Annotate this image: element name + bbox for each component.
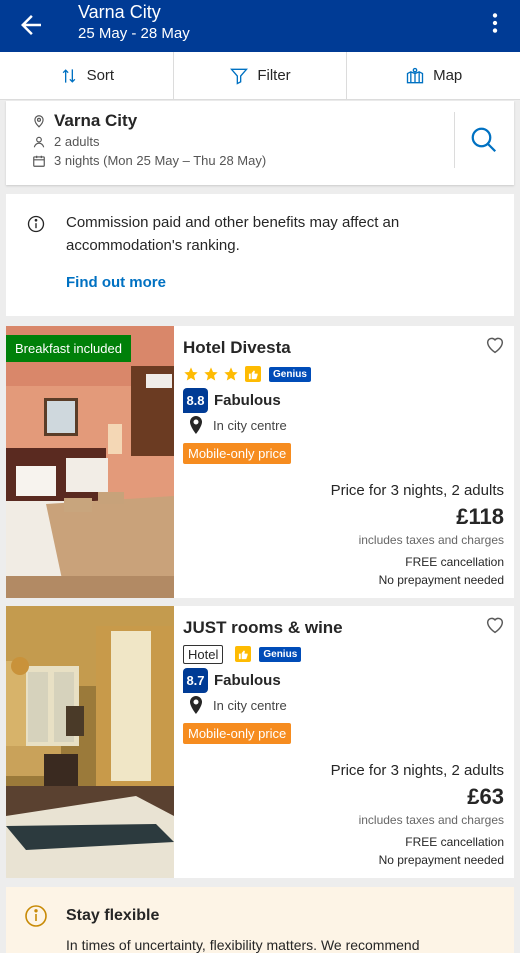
score-badge: 8.7 bbox=[183, 668, 208, 693]
no-prepayment: No prepayment needed bbox=[378, 573, 504, 587]
page-title: Varna City bbox=[78, 2, 161, 22]
property-type-badge: Hotel bbox=[183, 644, 224, 664]
guests-row: 2 adults bbox=[32, 134, 100, 149]
ranking-notice: Commission paid and other benefits may a… bbox=[6, 194, 514, 316]
divider bbox=[454, 112, 455, 168]
free-cancellation: FREE cancellation bbox=[405, 835, 504, 849]
destination-row: Varna City bbox=[32, 111, 137, 131]
location-text: In city centre bbox=[213, 697, 287, 713]
map-icon bbox=[406, 67, 424, 83]
sort-filter-map-bar: Sort Filter Map bbox=[0, 52, 520, 100]
property-card[interactable]: JUST rooms & wine Hotel Genius 8.7 Fabul… bbox=[6, 606, 514, 878]
app-bar: Varna City 25 May - 28 May bbox=[0, 0, 520, 52]
map-label: Map bbox=[433, 67, 463, 84]
mobile-only-price-badge: Mobile-only price bbox=[183, 723, 292, 744]
location-text: In city centre bbox=[213, 417, 287, 433]
search-icon[interactable] bbox=[469, 125, 499, 155]
price-for-label: Price for 3 nights, 2 adults bbox=[330, 482, 504, 499]
back-arrow-icon[interactable] bbox=[16, 10, 46, 40]
price: £118 bbox=[456, 504, 504, 529]
guests: 2 adults bbox=[54, 134, 100, 149]
thumbs-up-icon bbox=[235, 646, 252, 662]
taxes-note: includes taxes and charges bbox=[358, 533, 504, 547]
price-for-label: Price for 3 nights, 2 adults bbox=[330, 762, 504, 779]
property-name[interactable]: JUST rooms & wine bbox=[183, 618, 343, 638]
property-photo[interactable] bbox=[6, 326, 174, 598]
filter-button[interactable]: Filter bbox=[174, 52, 348, 99]
score-label: Fabulous bbox=[214, 392, 281, 409]
sort-icon bbox=[62, 68, 75, 83]
sort-button[interactable]: Sort bbox=[0, 52, 174, 99]
location-pin-icon bbox=[34, 115, 44, 128]
filter-label: Filter bbox=[257, 67, 291, 84]
more-options-icon[interactable] bbox=[482, 10, 508, 36]
free-cancellation: FREE cancellation bbox=[405, 555, 504, 569]
location-row: In city centre bbox=[189, 416, 287, 434]
sort-label: Sort bbox=[86, 67, 115, 84]
map-pin-icon bbox=[190, 696, 202, 714]
genius-badge: Genius bbox=[259, 646, 302, 662]
person-icon bbox=[33, 136, 45, 147]
heart-icon[interactable] bbox=[484, 334, 506, 356]
find-out-more-link[interactable]: Find out more bbox=[66, 274, 166, 291]
search-summary[interactable]: Varna City 2 adults 3 nights (Mon 25 May… bbox=[6, 101, 514, 185]
mobile-only-price-badge: Mobile-only price bbox=[183, 443, 292, 464]
info-icon bbox=[27, 215, 45, 233]
taxes-note: includes taxes and charges bbox=[358, 813, 504, 827]
breakfast-included-badge: Breakfast included bbox=[6, 335, 131, 362]
rating-badges: Hotel Genius bbox=[183, 644, 302, 664]
stay-flexible-banner: Stay flexible In times of uncertainty, f… bbox=[6, 887, 514, 953]
location-row: In city centre bbox=[189, 696, 287, 714]
stay-dates: 3 nights (Mon 25 May – Thu 28 May) bbox=[54, 153, 267, 168]
filter-icon bbox=[230, 68, 249, 85]
map-button[interactable]: Map bbox=[347, 52, 520, 99]
property-photo[interactable] bbox=[6, 606, 174, 878]
stay-row: 3 nights (Mon 25 May – Thu 28 May) bbox=[32, 153, 266, 168]
no-prepayment: No prepayment needed bbox=[378, 853, 504, 867]
review-score: 8.8 Fabulous bbox=[183, 388, 281, 413]
thumbs-up-icon bbox=[245, 366, 261, 382]
price: £63 bbox=[467, 784, 504, 809]
calendar-icon bbox=[33, 155, 45, 167]
date-range: 25 May - 28 May bbox=[78, 25, 190, 42]
star-icon bbox=[224, 367, 238, 381]
star-icon bbox=[184, 367, 198, 381]
map-pin-icon bbox=[190, 416, 202, 434]
rating-badges: Genius bbox=[183, 365, 311, 383]
genius-badge: Genius bbox=[269, 366, 311, 382]
notice-text: Commission paid and other benefits may a… bbox=[66, 214, 400, 254]
destination: Varna City bbox=[54, 111, 138, 130]
heart-icon[interactable] bbox=[484, 614, 506, 636]
banner-title: Stay flexible bbox=[66, 907, 160, 924]
review-score: 8.7 Fabulous bbox=[183, 668, 281, 693]
star-icon bbox=[204, 367, 218, 381]
info-icon bbox=[25, 905, 47, 927]
banner-text: In times of uncertainty, flexibility mat… bbox=[66, 937, 420, 953]
score-label: Fabulous bbox=[214, 672, 281, 689]
property-card[interactable]: Breakfast included Hotel Divesta Genius … bbox=[6, 326, 514, 598]
property-name[interactable]: Hotel Divesta bbox=[183, 338, 291, 358]
score-badge: 8.8 bbox=[183, 388, 208, 413]
